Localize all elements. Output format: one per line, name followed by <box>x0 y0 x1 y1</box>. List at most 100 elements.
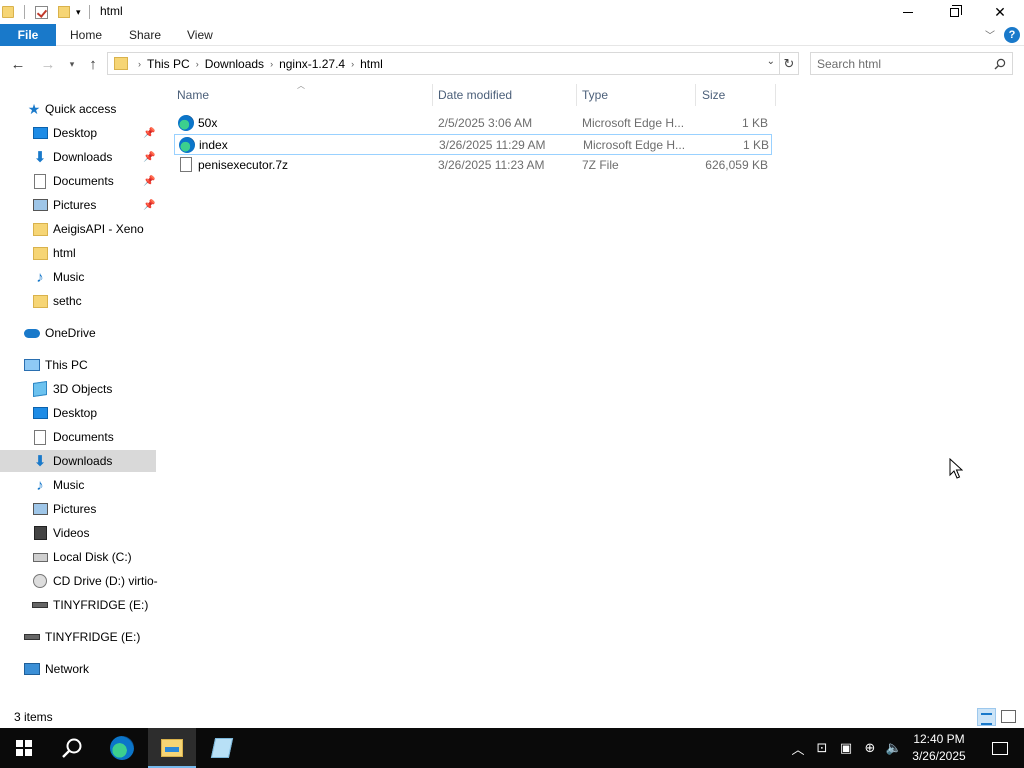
file-date: 3/26/2025 11:23 AM <box>438 158 545 172</box>
computer-icon <box>24 357 40 373</box>
tray-security-icon[interactable]: ▣ <box>836 738 856 758</box>
nav-pc-music[interactable]: ♪ Music <box>0 474 156 496</box>
nav-quick-desktop[interactable]: Desktop 📌 <box>0 122 156 144</box>
pin-icon[interactable]: 📌 <box>143 200 155 211</box>
column-name[interactable]: Name <box>177 84 209 106</box>
nav-pc-pictures[interactable]: Pictures <box>0 498 156 520</box>
breadcrumb-html[interactable]: html <box>356 57 387 71</box>
file-row[interactable]: 50x 2/5/2025 3:06 AM Microsoft Edge H...… <box>174 113 772 134</box>
clock[interactable]: 12:40 PM 3/26/2025 <box>906 731 972 765</box>
nav-this-pc[interactable]: This PC <box>0 354 156 376</box>
nav-quick-downloads[interactable]: ⬇ Downloads 📌 <box>0 146 156 168</box>
chevron-right-icon[interactable]: › <box>136 59 143 69</box>
chevron-right-icon[interactable]: › <box>268 59 275 69</box>
arrow-left-icon: ← <box>10 55 26 73</box>
nav-pc-videos[interactable]: Videos <box>0 522 156 544</box>
status-bar: 3 items <box>0 706 1024 728</box>
column-divider[interactable] <box>576 84 577 106</box>
navigation-bar: ← → ▾ ↑ › This PC › Downloads › nginx-1.… <box>0 48 1024 80</box>
close-button[interactable]: ✕ <box>977 0 1023 24</box>
nav-quick-sethc[interactable]: sethc <box>0 290 156 312</box>
breadcrumb-downloads[interactable]: Downloads <box>201 57 268 71</box>
nav-onedrive[interactable]: OneDrive <box>0 322 156 344</box>
column-divider[interactable] <box>695 84 696 106</box>
nav-drive-tinyfridge[interactable]: TINYFRIDGE (E:) <box>0 626 156 648</box>
nav-label: Documents <box>53 430 114 444</box>
properties-icon[interactable] <box>35 5 48 19</box>
pin-icon[interactable]: 📌 <box>143 128 155 139</box>
nav-pc-tinyfridge[interactable]: TINYFRIDGE (E:) <box>0 594 156 616</box>
taskbar-search-button[interactable] <box>48 728 96 768</box>
column-type[interactable]: Type <box>582 84 608 106</box>
nav-pc-desktop[interactable]: Desktop <box>0 402 156 424</box>
new-folder-icon[interactable] <box>58 6 70 18</box>
search-icon[interactable] <box>994 58 1006 70</box>
nav-pc-local-disk[interactable]: Local Disk (C:) <box>0 546 156 568</box>
forward-button[interactable]: → <box>38 54 58 74</box>
recent-locations-button[interactable]: ▾ <box>62 54 82 74</box>
nav-pc-downloads[interactable]: ⬇ Downloads <box>0 450 156 472</box>
nav-label: Network <box>45 662 90 676</box>
nav-pc-3d-objects[interactable]: 3D Objects <box>0 378 156 400</box>
address-dropdown-icon[interactable]: ⌄ <box>767 56 775 67</box>
expand-ribbon-icon[interactable]: ﹀ <box>985 27 995 42</box>
tab-file[interactable]: File <box>0 24 56 46</box>
edge-icon <box>110 736 134 760</box>
item-count: 3 items <box>14 710 53 724</box>
refresh-button[interactable]: ↻ <box>780 52 799 75</box>
back-button[interactable]: ← <box>8 54 28 74</box>
chevron-right-icon[interactable]: › <box>349 59 356 69</box>
pin-icon[interactable]: 📌 <box>143 176 155 187</box>
nav-quick-html[interactable]: html <box>0 242 156 264</box>
chevron-right-icon[interactable]: › <box>194 59 201 69</box>
taskbar-edge[interactable] <box>98 728 146 768</box>
tab-share[interactable]: Share <box>129 28 161 42</box>
pin-icon[interactable]: 📌 <box>143 152 155 163</box>
download-icon: ⬇ <box>33 148 47 166</box>
nav-label: Downloads <box>53 454 113 468</box>
pictures-icon <box>32 501 48 517</box>
tab-home[interactable]: Home <box>70 28 102 42</box>
details-view-icon[interactable] <box>977 708 996 726</box>
taskbar-file-explorer[interactable] <box>148 728 196 768</box>
nav-quick-music[interactable]: ♪ Music <box>0 266 156 288</box>
show-hidden-icons-icon[interactable]: ︿ <box>788 738 808 758</box>
up-button[interactable]: ↑ <box>83 54 103 74</box>
column-divider[interactable] <box>775 84 776 106</box>
nav-quick-documents[interactable]: Documents 📌 <box>0 170 156 192</box>
file-row[interactable]: index 3/26/2025 11:29 AM Microsoft Edge … <box>174 134 772 155</box>
nav-pc-documents[interactable]: Documents <box>0 426 156 448</box>
address-bar[interactable]: › This PC › Downloads › nginx-1.27.4 › h… <box>107 52 780 75</box>
notification-center-button[interactable] <box>980 728 1020 768</box>
file-row[interactable]: penisexecutor.7z 3/26/2025 11:23 AM 7Z F… <box>174 155 772 176</box>
nav-quick-pictures[interactable]: Pictures 📌 <box>0 194 156 216</box>
document-icon <box>32 173 48 189</box>
column-size[interactable]: Size <box>702 84 725 106</box>
nav-network[interactable]: Network <box>0 658 156 680</box>
nav-quick-access[interactable]: ★ Quick access <box>0 98 156 120</box>
minimize-button[interactable] <box>885 0 931 24</box>
restore-button[interactable] <box>931 0 977 24</box>
network-globe-icon[interactable]: ⊕ <box>860 738 880 758</box>
nav-quick-aeigisapi[interactable]: AeigisAPI - Xeno <box>0 218 156 240</box>
breadcrumb-nginx[interactable]: nginx-1.27.4 <box>275 57 349 71</box>
tab-view[interactable]: View <box>187 28 213 42</box>
nav-pc-cd-drive[interactable]: CD Drive (D:) virtio- <box>0 570 158 592</box>
tray-app-icon[interactable]: ⊡ <box>812 738 832 758</box>
file-name: penisexecutor.7z <box>198 158 289 172</box>
start-button[interactable] <box>0 728 48 768</box>
breadcrumb: › This PC › Downloads › nginx-1.27.4 › h… <box>136 57 387 71</box>
help-icon[interactable]: ? <box>1004 27 1020 43</box>
column-date-modified[interactable]: Date modified <box>438 84 512 106</box>
file-type: 7Z File <box>582 158 619 172</box>
file-date: 2/5/2025 3:06 AM <box>438 116 533 130</box>
breadcrumb-this-pc[interactable]: This PC <box>143 57 194 71</box>
volume-icon[interactable]: 🔈 <box>884 738 904 758</box>
file-name: 50x <box>198 116 218 130</box>
taskbar-notepad[interactable] <box>198 728 246 768</box>
large-icons-view-icon[interactable] <box>1001 710 1016 723</box>
cube-icon <box>32 381 48 397</box>
customize-toolbar-icon[interactable]: ▾ <box>76 7 81 18</box>
search-input[interactable] <box>817 56 987 72</box>
column-divider[interactable] <box>432 84 433 106</box>
